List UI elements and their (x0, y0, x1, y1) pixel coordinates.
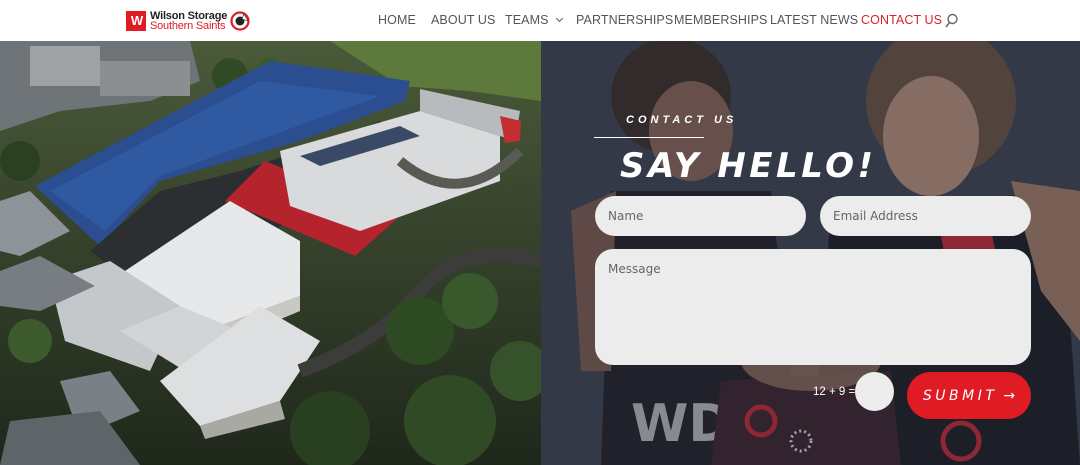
nav-teams[interactable]: TEAMS (505, 13, 563, 27)
message-field[interactable] (595, 249, 1031, 365)
site-logo[interactable]: W Wilson Storage Southern Saints (126, 10, 250, 32)
nav-latest-news[interactable]: LATEST NEWS (770, 13, 858, 27)
aerial-stadium-photo (0, 41, 541, 465)
contact-heading: SAY HELLO! (620, 146, 877, 186)
nav-home[interactable]: HOME (378, 13, 416, 27)
nav-partnerships[interactable]: PARTNERSHIPS (576, 13, 673, 27)
name-field[interactable] (595, 196, 806, 236)
submit-label: SUBMIT (922, 387, 998, 404)
saints-emblem-icon (230, 11, 250, 31)
wilson-logo-icon: W (126, 11, 146, 31)
nav-about-us[interactable]: ABOUT US (431, 13, 495, 27)
submit-button[interactable]: SUBMIT → (907, 372, 1031, 419)
kicker-divider (594, 137, 704, 138)
email-field[interactable] (820, 196, 1031, 236)
aerial-photo-illustration (0, 41, 541, 465)
contact-kicker: CONTACT US (626, 114, 738, 126)
nav-memberships[interactable]: MEMBERSHIPS (674, 13, 767, 27)
nav-teams-label: TEAMS (505, 13, 549, 27)
logo-line-2: Southern Saints (150, 20, 226, 32)
site-header: W Wilson Storage Southern Saints HOME AB… (0, 0, 1080, 41)
nav-contact-us[interactable]: CONTACT US (861, 13, 942, 27)
captcha-question: 12 + 9 = (813, 386, 856, 398)
captcha-answer-input[interactable] (855, 372, 894, 411)
search-icon[interactable] (945, 13, 959, 29)
chevron-down-icon (555, 14, 563, 23)
logo-text: Wilson Storage Southern Saints (150, 11, 227, 32)
arrow-right-icon: → (1003, 387, 1016, 404)
